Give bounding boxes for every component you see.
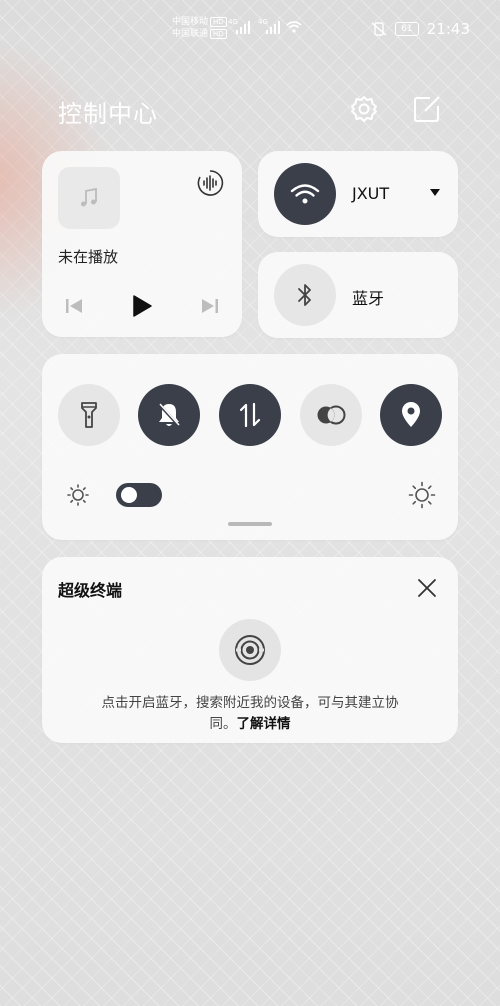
wifi-icon — [290, 184, 320, 204]
description-line-1: 点击开启蓝牙，搜索附近我的设备，可与其建立协 — [101, 695, 399, 711]
audio-output-icon[interactable] — [196, 169, 224, 197]
hd-badge: HD — [210, 29, 227, 39]
expand-handle[interactable] — [228, 522, 272, 526]
status-bar: 中国移动 HD 中国联通 HD 4G 4G 61 21:43 — [0, 14, 500, 46]
super-device-button[interactable] — [219, 619, 281, 681]
play-button[interactable] — [130, 294, 154, 318]
mobile-data-toggle[interactable] — [219, 384, 281, 446]
wifi-status-icon — [286, 21, 302, 33]
close-icon[interactable] — [416, 577, 438, 599]
sun-low-icon — [67, 484, 89, 506]
page-title: 控制中心 — [58, 100, 158, 128]
learn-more-link[interactable]: 了解详情 — [237, 716, 291, 732]
music-note-icon — [81, 187, 97, 207]
mobile-data-icon — [239, 402, 261, 428]
carrier-1: 中国移动 — [172, 17, 209, 27]
auto-brightness-switch[interactable] — [116, 483, 162, 507]
flashlight-icon — [81, 402, 97, 428]
bluetooth-toggle[interactable] — [274, 264, 336, 326]
chevron-down-icon[interactable] — [430, 189, 440, 196]
wifi-card[interactable]: JXUT — [258, 151, 458, 237]
carrier-info: 中国移动 HD 中国联通 HD — [172, 16, 227, 40]
next-button[interactable] — [198, 294, 222, 318]
carrier-2: 中国联通 — [172, 29, 209, 39]
super-device-description: 点击开启蓝牙，搜索附近我的设备，可与其建立协 同。了解详情 — [62, 693, 438, 735]
album-art — [58, 167, 120, 229]
bluetooth-label: 蓝牙 — [352, 289, 385, 308]
wifi-network-name: JXUT — [352, 184, 390, 203]
battery-icon: 61 — [394, 22, 419, 36]
media-card[interactable]: 未在播放 — [42, 151, 242, 337]
bluetooth-card[interactable]: 蓝牙 — [258, 252, 458, 338]
description-text: 同。 — [209, 716, 237, 732]
super-device-card: 超级终端 点击开启蓝牙，搜索附近我的设备，可与其建立协 同。了解详情 — [42, 557, 458, 743]
quick-toggles-card — [42, 354, 458, 540]
location-toggle[interactable] — [380, 384, 442, 446]
edit-icon[interactable] — [412, 94, 442, 124]
settings-icon[interactable] — [349, 94, 379, 124]
location-icon — [402, 402, 420, 427]
clock: 21:43 — [426, 20, 470, 38]
wifi-toggle[interactable] — [274, 163, 336, 225]
previous-icon — [66, 299, 82, 313]
brightness-row — [66, 479, 436, 509]
signal-icon — [236, 21, 250, 34]
super-device-icon — [235, 635, 265, 665]
description-line-2: 同。了解详情 — [62, 714, 438, 735]
bluetooth-icon — [298, 284, 311, 306]
silent-toggle[interactable] — [138, 384, 200, 446]
status-right: 61 21:43 — [371, 20, 470, 38]
eye-comfort-toggle[interactable] — [300, 384, 362, 446]
flashlight-toggle[interactable] — [58, 384, 120, 446]
media-title: 未在播放 — [58, 248, 119, 266]
hd-badge: HD — [210, 17, 227, 27]
signal-icon — [266, 21, 280, 34]
play-icon — [133, 295, 152, 317]
super-device-title: 超级终端 — [58, 581, 123, 600]
eye-comfort-icon — [317, 405, 346, 425]
next-icon — [202, 299, 218, 313]
sun-high-icon — [408, 481, 436, 509]
switch-knob — [121, 487, 137, 503]
vibrate-icon — [371, 22, 387, 36]
bell-off-icon — [157, 402, 181, 428]
previous-button[interactable] — [62, 294, 86, 318]
